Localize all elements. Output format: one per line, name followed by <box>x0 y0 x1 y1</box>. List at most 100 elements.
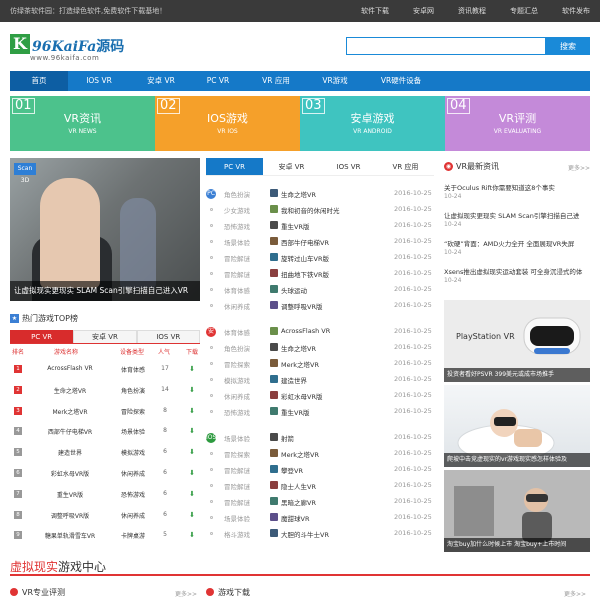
list-item[interactable]: 场景体验 西部牛仔电梯VR 2016-10-25 <box>206 234 434 250</box>
list-item[interactable]: 冒险解谜 黑暗之廊VR 2016-10-25 <box>206 494 434 510</box>
download-icon[interactable]: ⬇ <box>188 531 196 539</box>
news-more-link[interactable]: 更多>> <box>568 163 590 172</box>
top-link-topics[interactable]: 专题汇总 <box>510 6 538 16</box>
table-row[interactable]: 9 糖果单轨滑雪车VR 卡牌桌游 5 ⬇ <box>10 527 200 548</box>
nav-item-ios-vr[interactable]: IOS VR <box>68 71 130 91</box>
game-name[interactable]: AcrossFlash VR <box>40 365 100 372</box>
download-icon[interactable]: ⬇ <box>188 386 196 394</box>
list-item[interactable]: 场景体验 射箭 2016-10-25 <box>206 430 434 446</box>
news-photo-psvr[interactable]: PlayStation VR 投资者看好PSVR 399美元或成市场推手 <box>444 300 590 382</box>
game-title[interactable]: AcrossFlash VR <box>281 327 330 335</box>
featured-banner[interactable]: Scan 3D 让虚拟现实更现实 SLAM Scan引擎扫描自己进入VR <box>10 158 200 301</box>
news-item-title[interactable]: 让虚拟现实更现实 SLAM Scan引擎扫描自己进 <box>444 210 590 220</box>
game-title[interactable]: 我和初音的休闲时光 <box>281 205 340 215</box>
game-title[interactable]: 旋转过山车VR版 <box>281 253 329 263</box>
list-item[interactable]: 体育体感 AcrossFlash VR 2016-10-25 <box>206 324 434 340</box>
game-title[interactable]: 彩虹水母VR版 <box>281 391 322 401</box>
list-item[interactable]: 冒险解谜 隐士人生VR 2016-10-25 <box>206 478 434 494</box>
list-item[interactable]: 关于Oculus Rift你需要知道这8个事实 10-24 <box>444 182 590 210</box>
nav-item-android-vr[interactable]: 安卓 VR <box>130 71 192 91</box>
list-item[interactable]: Xsens推出虚拟现实运动套装 可全身沉浸式的体 10-24 <box>444 266 590 294</box>
nav-item-vr-games[interactable]: VR游戏 <box>308 71 362 91</box>
reviews-more-link[interactable]: 更多>> <box>175 589 197 598</box>
top-link-android[interactable]: 安卓网 <box>413 6 434 16</box>
game-title[interactable]: 攀登VR <box>281 465 303 475</box>
tab-pc-vr[interactable]: PC VR <box>10 330 74 343</box>
game-title[interactable]: 头球运动 <box>281 285 307 295</box>
list-item[interactable]: “砍硬”背面：AMD火力全开 全面展现VR失屏 10-24 <box>444 238 590 266</box>
site-logo[interactable]: K 96KaiFa源码 www.96kaifa.com <box>10 34 124 62</box>
game-name[interactable]: 彩虹水母VR版 <box>40 469 100 478</box>
game-title[interactable]: 生命之塔VR <box>281 343 316 353</box>
news-photo-baby[interactable]: 爬坡中击竞虚现实的vr游戏现实感怎样体验及 <box>444 385 590 467</box>
game-title[interactable]: 扭曲地下铁VR版 <box>281 269 329 279</box>
list-item[interactable]: 模拟游戏 建造世界 2016-10-25 <box>206 372 434 388</box>
category-vr-news[interactable]: 01 VR资讯 VR NEWS <box>10 96 155 151</box>
download-icon[interactable]: ⬇ <box>188 427 196 435</box>
download-icon[interactable]: ⬇ <box>188 469 196 477</box>
list-item[interactable]: 体育体感 头球运动 2016-10-25 <box>206 282 434 298</box>
tab-android-vr[interactable]: 安卓 VR <box>73 330 137 343</box>
table-row[interactable]: 4 西部牛仔电梯VR 场景体验 8 ⬇ <box>10 423 200 444</box>
table-row[interactable]: 7 重生VR版 恐怖游戏 6 ⬇ <box>10 486 200 507</box>
game-name[interactable]: 糖果单轨滑雪车VR <box>40 531 100 540</box>
download-icon[interactable]: ⬇ <box>188 448 196 456</box>
download-icon[interactable]: ⬇ <box>188 407 196 415</box>
category-android-games[interactable]: 03 安卓游戏 VR ANDROID <box>300 96 445 151</box>
table-row[interactable]: 5 建造世界 模拟游戏 6 ⬇ <box>10 444 200 465</box>
list-item[interactable]: 格斗游戏 大胆的斗牛士VR 2016-10-25 <box>206 526 434 542</box>
list-item[interactable]: 休闲养成 彩虹水母VR版 2016-10-25 <box>206 388 434 404</box>
list-item[interactable]: 角色扮演 生命之塔VR 2016-10-25 <box>206 186 434 202</box>
nav-item-vr-apps[interactable]: VR 应用 <box>244 71 308 91</box>
top-link-software[interactable]: 软件下载 <box>361 6 389 16</box>
download-icon[interactable]: ⬇ <box>188 365 196 373</box>
game-name[interactable]: Merk之塔VR <box>40 407 100 416</box>
table-row[interactable]: 8 调整呼吸VR版 休闲养成 6 ⬇ <box>10 507 200 528</box>
list-item[interactable]: 少女游戏 我和初音的休闲时光 2016-10-25 <box>206 202 434 218</box>
game-name[interactable]: 建造世界 <box>40 448 100 457</box>
search-button[interactable]: 搜索 <box>546 37 590 55</box>
list-item[interactable]: 冒险探索 Merk之塔VR 2016-10-25 <box>206 356 434 372</box>
game-title[interactable]: 调整呼吸VR版 <box>281 301 322 311</box>
nav-item-vr-hardware[interactable]: VR硬件设备 <box>362 71 440 91</box>
list-item[interactable]: 恐怖游戏 重生VR版 2016-10-25 <box>206 404 434 420</box>
game-name[interactable]: 调整呼吸VR版 <box>40 511 100 520</box>
game-name[interactable]: 生命之塔VR <box>40 386 100 395</box>
game-title[interactable]: 大胆的斗牛士VR <box>281 529 329 539</box>
table-row[interactable]: 1 AcrossFlash VR 体育体感 17 ⬇ <box>10 361 200 382</box>
game-name[interactable]: 西部牛仔电梯VR <box>40 427 100 436</box>
game-name[interactable]: 重生VR版 <box>40 490 100 499</box>
news-photo-taobao[interactable]: 淘宝buy加什么时候上市 淘宝buy+上市时间 <box>444 470 590 552</box>
category-ios-games[interactable]: 02 IOS游戏 VR IOS <box>155 96 300 151</box>
list-item[interactable]: 冒险解谜 攀登VR 2016-10-25 <box>206 462 434 478</box>
list-item[interactable]: 冒险探索 Merk之塔VR 2016-10-25 <box>206 446 434 462</box>
tab-ios-vr[interactable]: IOS VR <box>320 158 377 175</box>
game-title[interactable]: 建造世界 <box>281 375 307 385</box>
category-vr-reviews[interactable]: 04 VR评测 VR EVALUATING <box>445 96 590 151</box>
tab-pc-vr[interactable]: PC VR <box>206 158 263 175</box>
game-title[interactable]: 重生VR版 <box>281 407 309 417</box>
list-item[interactable]: 冒险解谜 旋转过山车VR版 2016-10-25 <box>206 250 434 266</box>
table-row[interactable]: 3 Merk之塔VR 冒险探索 8 ⬇ <box>10 403 200 424</box>
top-link-tutorials[interactable]: 资讯教程 <box>458 6 486 16</box>
list-item[interactable]: 恐怖游戏 重生VR版 2016-10-25 <box>206 218 434 234</box>
game-title[interactable]: 西部牛仔电梯VR <box>281 237 329 247</box>
download-icon[interactable]: ⬇ <box>188 490 196 498</box>
game-title[interactable]: Merk之塔VR <box>281 449 319 459</box>
tab-android-vr[interactable]: 安卓 VR <box>263 158 320 175</box>
game-title[interactable]: 黑暗之廊VR <box>281 497 316 507</box>
game-title[interactable]: Merk之塔VR <box>281 359 319 369</box>
table-row[interactable]: 6 彩虹水母VR版 休闲养成 6 ⬇ <box>10 465 200 486</box>
tab-ios-vr[interactable]: IOS VR <box>136 330 200 343</box>
news-item-title[interactable]: “砍硬”背面：AMD火力全开 全面展现VR失屏 <box>444 238 590 248</box>
list-item[interactable]: 让虚拟现实更现实 SLAM Scan引擎扫描自己进 10-24 <box>444 210 590 238</box>
game-title[interactable]: 隐士人生VR <box>281 481 316 491</box>
list-item[interactable]: 角色扮演 生命之塔VR 2016-10-25 <box>206 340 434 356</box>
nav-item-pc-vr[interactable]: PC VR <box>192 71 244 91</box>
table-row[interactable]: 2 生命之塔VR 角色扮演 14 ⬇ <box>10 382 200 403</box>
search-input[interactable] <box>346 37 546 55</box>
download-icon[interactable]: ⬇ <box>188 511 196 519</box>
news-item-title[interactable]: 关于Oculus Rift你需要知道这8个事实 <box>444 182 590 192</box>
tab-vr-apps[interactable]: VR 应用 <box>377 158 434 175</box>
news-item-title[interactable]: Xsens推出虚拟现实运动套装 可全身沉浸式的体 <box>444 266 590 276</box>
